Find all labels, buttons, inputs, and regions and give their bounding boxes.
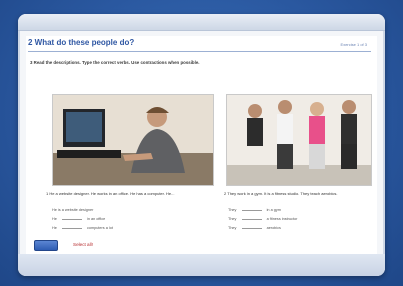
right-row-2-label: They [228, 217, 237, 221]
left-row-3-answer-field[interactable] [61, 227, 82, 229]
title-divider [28, 51, 371, 52]
left-row-2-suffix: in an office [86, 217, 106, 221]
right-row-3: They aerobics [228, 226, 281, 230]
left-row-1-label: He is a website designer [52, 208, 94, 212]
right-row-3-answer-field[interactable] [241, 227, 262, 229]
right-row-1-answer-field[interactable] [241, 209, 262, 211]
check-button[interactable] [34, 240, 58, 251]
left-photo-caption: 1 He a website designer. He works in an … [46, 191, 175, 196]
left-row-3: He computers a lot [52, 226, 113, 230]
instruction-text: 3 Read the descriptions. Type the correc… [30, 60, 200, 65]
gym-scene-illustration [227, 95, 371, 185]
right-row-2: They a fitness instructor [228, 217, 297, 221]
gym-photo [226, 94, 372, 186]
office-photo [52, 94, 214, 186]
right-row-1: They in a gym [228, 208, 281, 212]
exercise-window: 2 What do these people do? Exercise 1 of… [18, 14, 385, 276]
right-row-1-label: They [228, 208, 237, 212]
exercise-page-label: Exercise 1 of 3 [340, 42, 367, 47]
status-message: Select all! [73, 242, 93, 247]
right-row-2-answer-field[interactable] [241, 218, 262, 220]
left-row-2-answer-field[interactable] [61, 218, 82, 220]
right-photo-caption: 2 They work in a gym. It is a fitness st… [224, 191, 338, 196]
page-title: 2 What do these people do? [28, 38, 135, 47]
right-row-3-label: They [228, 226, 237, 230]
right-row-2-suffix: a fitness instructor [266, 217, 298, 221]
right-row-1-suffix: in a gym [266, 208, 281, 212]
right-row-3-suffix: aerobics [266, 226, 281, 230]
left-row-2-label: He [52, 217, 57, 221]
window-top-bar [18, 14, 385, 31]
left-row-3-suffix: computers a lot [86, 226, 113, 230]
left-row-1: He is a website designer [52, 208, 93, 212]
left-row-3-label: He [52, 226, 57, 230]
left-row-2: He in an office [52, 217, 105, 221]
office-scene-illustration [53, 95, 213, 185]
window-bottom-bar [18, 254, 385, 276]
